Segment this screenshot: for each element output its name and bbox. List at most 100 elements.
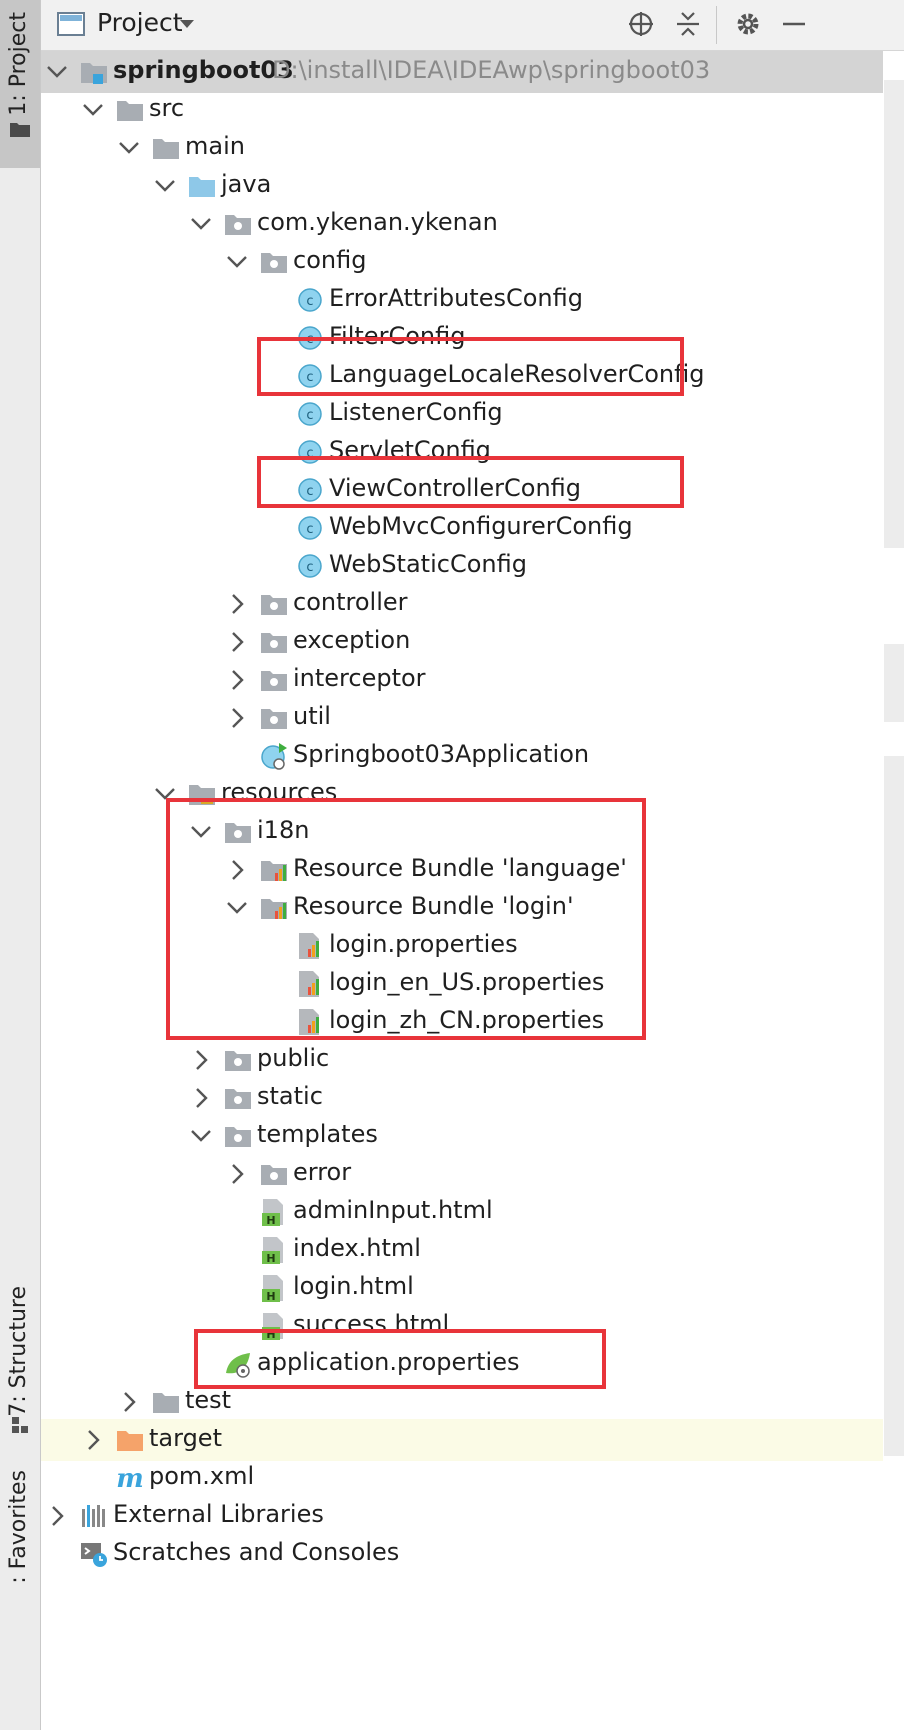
tree-item-error[interactable]: error xyxy=(41,1153,883,1195)
folder-icon xyxy=(10,123,30,137)
package-icon xyxy=(261,671,287,691)
chevron-down-icon[interactable] xyxy=(81,98,105,122)
view-selector[interactable]: Project xyxy=(97,8,183,37)
highlight-box xyxy=(257,456,684,508)
tree-item-templates[interactable]: templates xyxy=(41,1115,883,1157)
tree-item-static[interactable]: static xyxy=(41,1077,883,1119)
tree-item-external-libraries[interactable]: External Libraries xyxy=(41,1495,883,1537)
favorites-tool-tab[interactable]: : Favorites xyxy=(0,1460,40,1730)
chevron-right-icon[interactable] xyxy=(189,1086,213,1110)
tree-item-root[interactable]: springboot03 D:\install\IDEA\IDEAwp\spri… xyxy=(41,51,883,93)
chevron-right-icon[interactable] xyxy=(225,1162,249,1186)
project-tab-label: 1: Project xyxy=(6,12,31,116)
class-icon: c xyxy=(298,402,322,426)
tree-item-target[interactable]: target xyxy=(41,1419,883,1461)
class-icon: c xyxy=(298,516,322,540)
tree-item-package[interactable]: interceptor xyxy=(41,659,883,701)
tree-item-public[interactable]: public xyxy=(41,1039,883,1081)
tree-item-package[interactable]: com.ykenan.ykenan xyxy=(41,203,883,245)
chevron-right-icon[interactable] xyxy=(225,668,249,692)
tree-label: src xyxy=(149,94,185,122)
scrollbar-track[interactable] xyxy=(884,80,904,548)
chevron-down-icon[interactable] xyxy=(225,250,249,274)
package-icon xyxy=(225,1089,251,1109)
tree-item-package[interactable]: exception xyxy=(41,621,883,663)
svg-text:c: c xyxy=(306,522,313,537)
chevron-down-icon[interactable] xyxy=(117,136,141,160)
tree-label: java xyxy=(221,170,272,198)
chevron-right-icon[interactable] xyxy=(45,1504,69,1528)
tree-label: config xyxy=(293,246,367,274)
html-file-icon: H xyxy=(262,1199,283,1227)
gear-icon[interactable] xyxy=(733,9,763,39)
tree-label: util xyxy=(293,702,331,730)
collapse-icon[interactable] xyxy=(673,9,703,39)
minimize-icon[interactable] xyxy=(779,9,809,39)
locate-icon[interactable] xyxy=(626,9,656,39)
package-icon xyxy=(261,1165,287,1185)
chevron-right-icon[interactable] xyxy=(189,1048,213,1072)
svg-text:c: c xyxy=(306,408,313,423)
folder-icon xyxy=(153,139,179,159)
tree-item-html[interactable]: H login.html xyxy=(41,1267,883,1309)
favorites-tab-label: : Favorites xyxy=(6,1470,31,1584)
project-path: D:\install\IDEA\IDEAwp\springboot03 xyxy=(272,56,711,84)
tree-label: test xyxy=(185,1386,232,1414)
tree-label: public xyxy=(257,1044,330,1072)
chevron-down-icon[interactable] xyxy=(45,60,69,84)
tree-label: WebMvcConfigurerConfig xyxy=(329,512,633,540)
tree-item-package[interactable]: controller xyxy=(41,583,883,625)
chevron-right-icon[interactable] xyxy=(117,1390,141,1414)
tree-label: exception xyxy=(293,626,411,654)
tree-label: pom.xml xyxy=(149,1462,255,1490)
chevron-down-icon[interactable] xyxy=(189,212,213,236)
structure-tab-label: 7: Structure xyxy=(6,1286,31,1417)
tree-label: WebStaticConfig xyxy=(329,550,527,578)
project-tree[interactable]: springboot03 D:\install\IDEA\IDEAwp\spri… xyxy=(41,51,883,1730)
chevron-right-icon[interactable] xyxy=(225,706,249,730)
svg-text:m: m xyxy=(116,1464,144,1493)
tree-label: static xyxy=(257,1082,323,1110)
html-file-icon: H xyxy=(262,1275,283,1303)
chevron-right-icon[interactable] xyxy=(225,592,249,616)
svg-text:H: H xyxy=(266,1214,275,1227)
tree-label: ErrorAttributesConfig xyxy=(329,284,583,312)
highlight-box xyxy=(166,798,646,1040)
tree-item-class[interactable]: c WebMvcConfigurerConfig xyxy=(41,507,883,549)
scrollbar-track[interactable] xyxy=(884,756,904,1456)
tree-item-class[interactable]: c ErrorAttributesConfig xyxy=(41,279,883,321)
tree-item-main[interactable]: main xyxy=(41,127,883,169)
tree-item-java[interactable]: java xyxy=(41,165,883,207)
tree-item-pom[interactable]: m pom.xml xyxy=(41,1457,883,1499)
tree-item-class[interactable]: c ListenerConfig xyxy=(41,393,883,435)
maven-icon: m xyxy=(116,1464,144,1493)
chevron-down-icon[interactable] xyxy=(153,174,177,198)
tree-label: External Libraries xyxy=(113,1500,324,1528)
tree-label: templates xyxy=(257,1120,378,1148)
tree-item-html[interactable]: H index.html xyxy=(41,1229,883,1271)
tree-item-app-class[interactable]: Springboot03Application xyxy=(41,735,883,777)
spring-boot-class-icon xyxy=(261,743,287,770)
tree-item-src[interactable]: src xyxy=(41,89,883,131)
chevron-down-icon[interactable] xyxy=(179,18,195,30)
package-icon xyxy=(261,709,287,729)
structure-tool-tab[interactable]: 7: Structure xyxy=(0,1280,40,1440)
class-icon: c xyxy=(298,554,322,578)
chevron-right-icon[interactable] xyxy=(81,1428,105,1452)
svg-text:c: c xyxy=(306,294,313,309)
chevron-right-icon[interactable] xyxy=(225,630,249,654)
tree-item-config[interactable]: config xyxy=(41,241,883,283)
tree-item-scratches[interactable]: Scratches and Consoles xyxy=(41,1533,883,1575)
tree-label: target xyxy=(149,1424,222,1452)
package-icon xyxy=(225,1127,251,1147)
project-tool-tab[interactable]: 1: Project xyxy=(0,0,40,168)
tree-item-package[interactable]: util xyxy=(41,697,883,739)
chevron-down-icon[interactable] xyxy=(189,1124,213,1148)
package-icon xyxy=(261,633,287,653)
tree-item-class[interactable]: c WebStaticConfig xyxy=(41,545,883,587)
tree-item-html[interactable]: H adminInput.html xyxy=(41,1191,883,1233)
svg-text:H: H xyxy=(266,1290,275,1303)
module-folder-icon xyxy=(81,63,107,84)
scrollbar-track[interactable] xyxy=(884,644,904,722)
svg-text:H: H xyxy=(266,1252,275,1265)
